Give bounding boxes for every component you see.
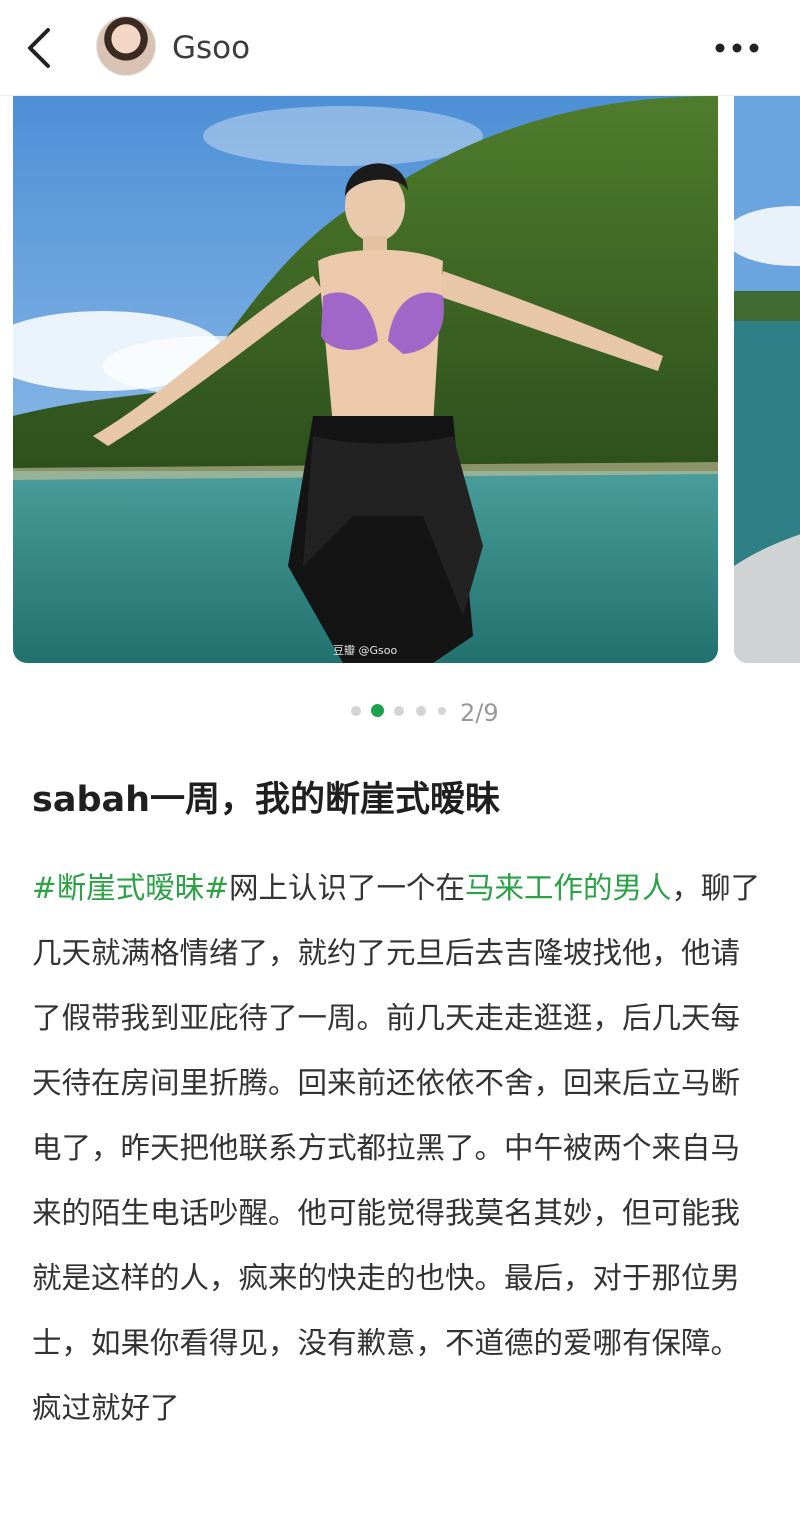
keyword-link[interactable]: 马来工作的男人 <box>465 871 672 905</box>
username[interactable]: Gsoo <box>172 28 250 68</box>
avatar[interactable] <box>96 16 156 76</box>
more-button[interactable] <box>714 36 760 60</box>
post-body-text: 网上认识了一个在 <box>228 871 465 905</box>
post-body-text-continued: ，聊了几天就满格情绪了，就约了元旦后去吉隆坡找他，他请了假带我到亚庇待了一周。前… <box>32 871 760 1425</box>
carousel-pager: 2/9 <box>0 698 800 728</box>
pager-dot-5[interactable] <box>438 707 446 715</box>
more-dots-icon <box>715 43 759 53</box>
chevron-left-icon <box>28 28 50 68</box>
pager-dot-3[interactable] <box>394 706 404 716</box>
top-bar: Gsoo <box>0 0 800 96</box>
post-body: #断崖式暧昧#网上认识了一个在马来工作的男人，聊了几天就满格情绪了，就约了元旦后… <box>32 856 767 1441</box>
pager-dot-active[interactable] <box>371 704 384 717</box>
hashtag-link[interactable]: #断崖式暧昧# <box>32 871 229 905</box>
next-photo-preview <box>734 96 800 663</box>
pager-dot-4[interactable] <box>416 706 426 716</box>
carousel-image-current[interactable]: 豆瓣 @Gsoo <box>13 96 718 663</box>
beach-photo <box>13 96 718 663</box>
pager-dot-1[interactable] <box>351 706 361 716</box>
image-carousel[interactable]: 豆瓣 @Gsoo <box>0 96 800 666</box>
post-title: sabah一周，我的断崖式暧昧 <box>32 780 501 820</box>
carousel-image-next[interactable] <box>734 96 800 663</box>
page-indicator: 2/9 <box>460 699 499 727</box>
image-watermark: 豆瓣 @Gsoo <box>333 644 398 657</box>
back-button[interactable] <box>18 22 62 74</box>
